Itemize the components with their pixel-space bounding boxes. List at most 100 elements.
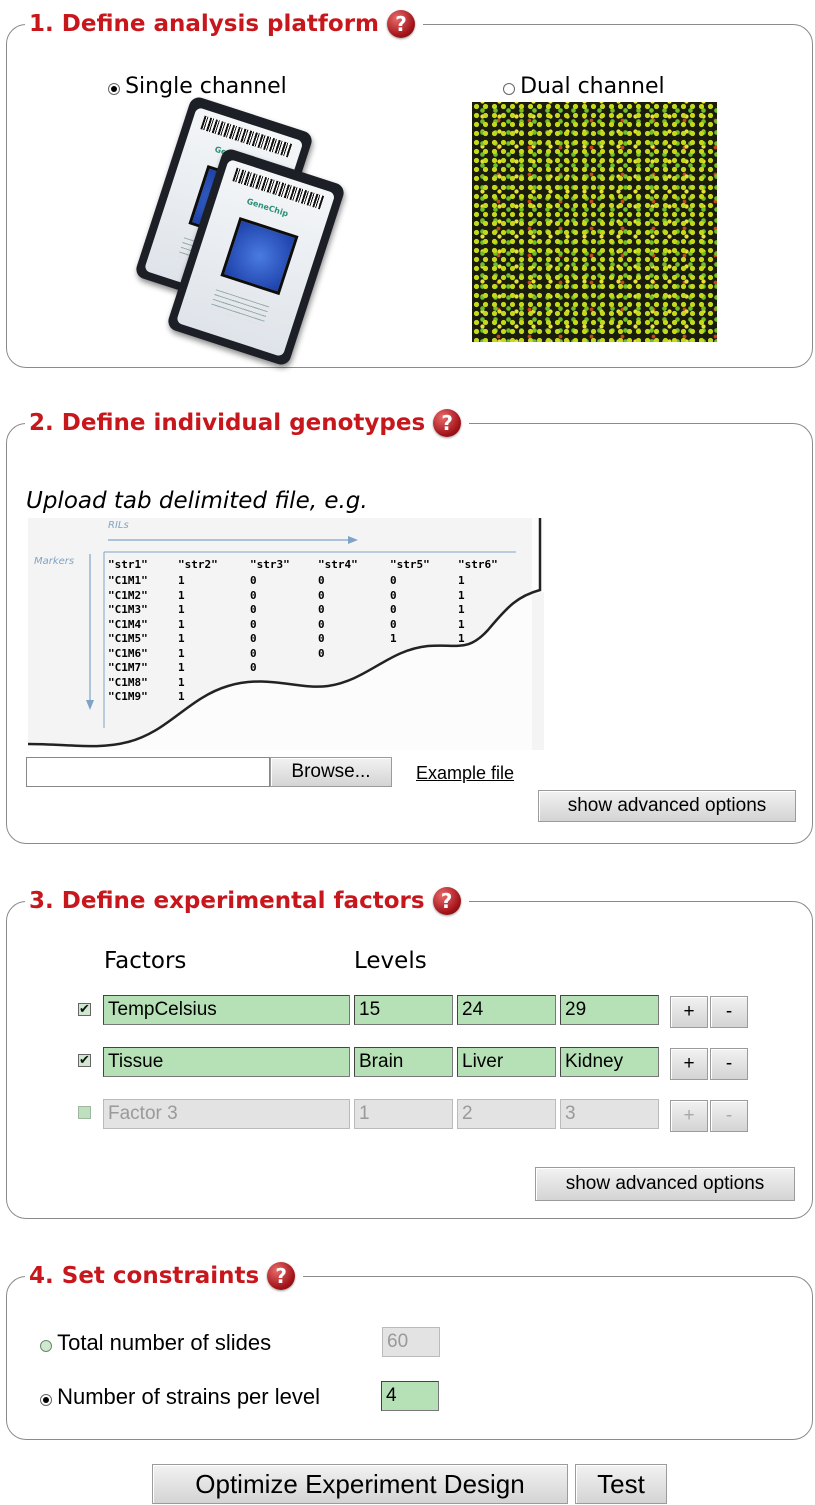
sample-cell: 0 [390,603,397,616]
strains-per-level-option[interactable]: Number of strains per level [40,1384,320,1410]
add-level-button[interactable]: + [670,1100,708,1132]
constraints-section: 4. Set constraints ? [6,1259,813,1440]
sample-cell: 0 [250,588,257,602]
sample-cell: 0 [250,661,257,674]
genotypes-legend: 2. Define individual genotypes ? [25,406,470,440]
sample-header-cell: "str6" [458,558,498,571]
sample-cell: 0 [390,617,397,631]
remove-level-button[interactable]: - [710,996,748,1028]
total-slides-input[interactable] [382,1327,440,1357]
constraints-legend: 4. Set constraints ? [25,1259,304,1293]
sample-marker: "C1M2" [108,588,148,602]
sample-cell: 0 [250,574,257,587]
optimize-design-button[interactable]: Optimize Experiment Design [152,1464,568,1504]
sample-header-cell: "str2" [178,558,218,571]
dual-channel-radio[interactable] [503,82,515,95]
sample-cell: 1 [178,675,185,689]
sample-marker: "C1M3" [108,603,148,616]
sample-header-cell: "str1" [108,558,148,571]
factors-title: 3. Define experimental factors [29,888,425,914]
total-slides-option[interactable]: Total number of slides [40,1330,271,1356]
sample-cell: 0 [318,617,325,631]
total-slides-label: Total number of slides [57,1330,272,1355]
sample-axis-markers: Markers [34,556,75,567]
sample-cell: 1 [178,617,185,631]
factor-checkbox[interactable]: ✔ [78,1054,91,1067]
dual-channel-option[interactable]: Dual channel [503,74,665,99]
sample-cell: 1 [178,632,185,645]
factor-level-input[interactable] [560,995,659,1025]
factor-level-input[interactable] [560,1047,659,1077]
factor-level-input[interactable] [354,1047,453,1077]
factor-level-input[interactable] [457,1099,556,1129]
sample-cell: 0 [250,603,257,616]
sample-cell: 1 [178,588,185,602]
strains-per-level-input[interactable] [381,1381,439,1411]
single-channel-option[interactable]: Single channel [108,74,287,99]
sample-cell: 0 [318,588,325,602]
factor-checkbox[interactable] [78,1106,91,1119]
levels-column-header: Levels [354,948,427,974]
browse-button[interactable]: Browse... [270,757,392,787]
factor-level-input[interactable] [354,995,453,1025]
factor-name-input[interactable] [103,995,350,1025]
help-icon[interactable]: ? [267,1262,296,1290]
platform-title: 1. Define analysis platform [29,11,380,37]
sample-header-cell: "str4" [318,558,358,571]
factors-advanced-options-button[interactable]: show advanced options [535,1167,795,1201]
sample-cell: 1 [178,661,185,674]
genotypes-advanced-options-button[interactable]: show advanced options [538,790,796,822]
sample-cell: 0 [390,574,397,587]
factor-level-input[interactable] [457,1047,556,1077]
factor-level-input[interactable] [354,1099,453,1129]
microarray-image[interactable] [472,102,717,342]
sample-cell: 1 [178,603,185,616]
constraints-title: 4. Set constraints [29,1263,260,1289]
sample-marker: "C1M6" [108,646,148,660]
factor-name-input[interactable] [103,1047,350,1077]
single-channel-radio[interactable] [108,82,120,95]
add-level-button[interactable]: + [670,996,708,1028]
sample-cell: 1 [458,603,465,616]
example-file-link[interactable]: Example file [416,763,514,784]
single-channel-label: Single channel [125,74,287,99]
sample-cell: 0 [318,646,325,660]
sample-cell: 0 [250,632,257,645]
factor-level-input[interactable] [457,995,556,1025]
sample-marker: "C1M7" [108,661,148,674]
sample-marker: "C1M9" [108,690,148,703]
sample-cell: 0 [250,617,257,631]
sample-marker: "C1M5" [108,632,148,645]
test-button[interactable]: Test [575,1464,667,1504]
help-icon[interactable]: ? [387,10,416,38]
sample-cell: 0 [318,574,325,587]
factor-checkbox[interactable]: ✔ [78,1003,91,1016]
strains-per-level-radio[interactable] [40,1393,52,1406]
factors-column-header: Factors [104,948,187,974]
remove-level-button[interactable]: - [710,1100,748,1132]
factors-legend: 3. Define experimental factors ? [25,884,469,918]
genechip-image[interactable]: GeneChip GeneChip [120,94,347,368]
remove-level-button[interactable]: - [710,1048,748,1080]
sample-header-cell: "str3" [250,558,290,571]
sample-cell: 1 [458,574,465,587]
upload-instructions: Upload tab delimited file, e.g. [26,488,368,514]
help-icon[interactable]: ? [433,409,462,437]
sample-axis-rils: RILs [108,520,129,531]
sample-cell: 0 [390,588,397,602]
sample-cell: 1 [178,646,185,660]
genotype-file-input[interactable] [26,757,270,787]
help-icon[interactable]: ? [432,887,461,915]
factor-name-input[interactable] [103,1099,350,1129]
sample-marker: "C1M1" [108,574,148,587]
add-level-button[interactable]: + [670,1048,708,1080]
sample-marker: "C1M4" [108,617,148,631]
total-slides-radio[interactable] [40,1339,52,1352]
sample-cell: 0 [318,632,325,645]
factor-level-input[interactable] [560,1099,659,1129]
sample-cell: 1 [458,588,465,602]
sample-marker: "C1M8" [108,675,148,689]
platform-legend: 1. Define analysis platform ? [25,7,424,41]
genotypes-title: 2. Define individual genotypes [29,410,426,436]
sample-file-image: RILs Markers "str1" "str2" "str3" "str4"… [28,518,544,750]
